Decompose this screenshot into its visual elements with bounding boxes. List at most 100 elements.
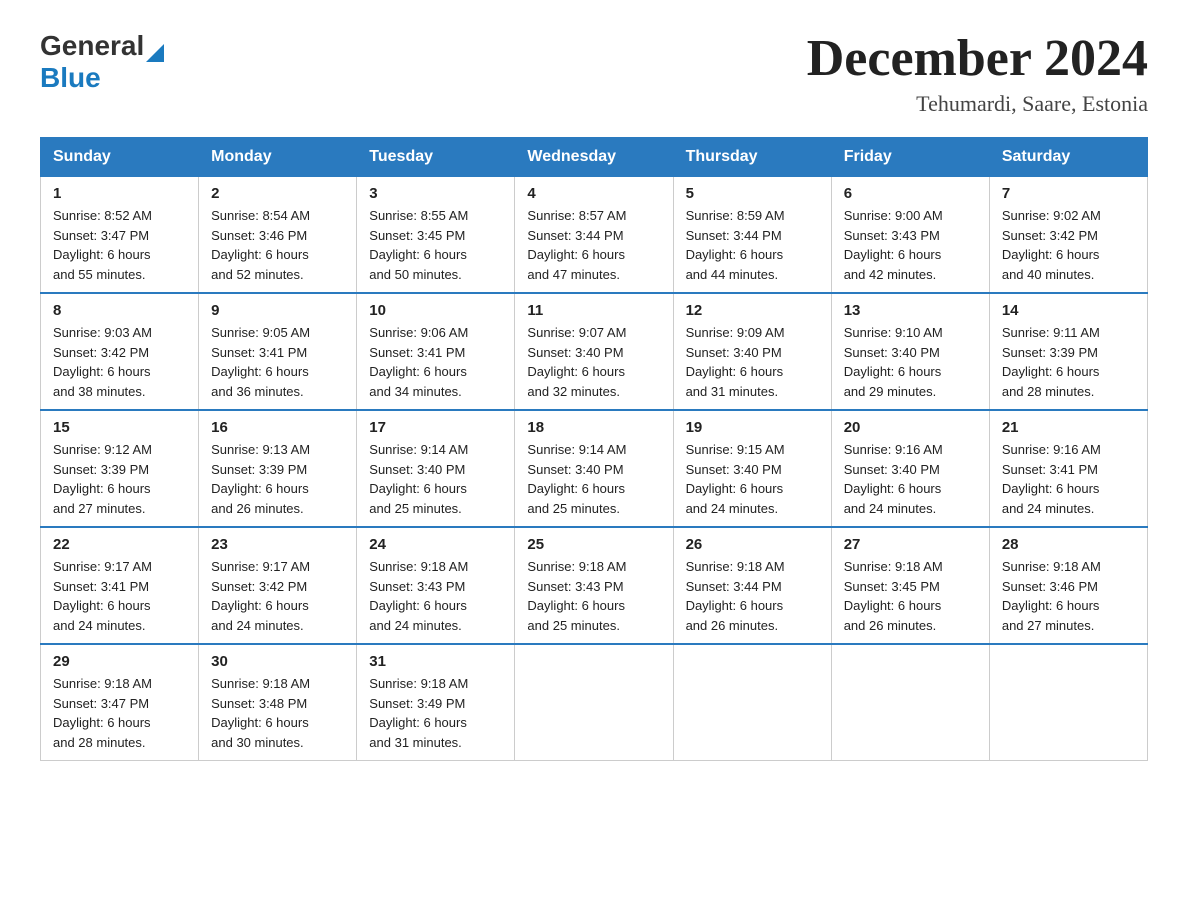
table-row: 8 Sunrise: 9:03 AMSunset: 3:42 PMDaylight…: [41, 293, 199, 410]
day-number: 12: [686, 302, 819, 319]
day-info: Sunrise: 8:54 AMSunset: 3:46 PMDaylight:…: [211, 206, 344, 284]
table-row: 9Sunrise: 9:05 AMSunset: 3:41 PMDaylight…: [199, 293, 357, 410]
day-info: Sunrise: 9:18 AMSunset: 3:43 PMDaylight:…: [369, 557, 502, 635]
day-info: Sunrise: 9:17 AMSunset: 3:42 PMDaylight:…: [211, 557, 344, 635]
day-info: Sunrise: 9:18 AMSunset: 3:45 PMDaylight:…: [844, 557, 977, 635]
table-row: 17Sunrise: 9:14 AMSunset: 3:40 PMDayligh…: [357, 410, 515, 527]
col-wednesday: Wednesday: [515, 138, 673, 177]
day-info: Sunrise: 8:55 AMSunset: 3:45 PMDaylight:…: [369, 206, 502, 284]
col-sunday: Sunday: [41, 138, 199, 177]
day-info: Sunrise: 9:18 AMSunset: 3:46 PMDaylight:…: [1002, 557, 1135, 635]
day-info: Sunrise: 9:18 AMSunset: 3:47 PMDaylight:…: [53, 674, 186, 752]
table-row: 19Sunrise: 9:15 AMSunset: 3:40 PMDayligh…: [673, 410, 831, 527]
table-row: 29 Sunrise: 9:18 AMSunset: 3:47 PMDayligh…: [41, 644, 199, 761]
table-row: 7 Sunrise: 9:02 AMSunset: 3:42 PMDaylight…: [989, 177, 1147, 294]
table-row: 5 Sunrise: 8:59 AMSunset: 3:44 PMDaylight…: [673, 177, 831, 294]
table-row: [831, 644, 989, 761]
day-info: Sunrise: 9:18 AMSunset: 3:49 PMDaylight:…: [369, 674, 502, 752]
table-row: 15 Sunrise: 9:12 AMSunset: 3:39 PMDayligh…: [41, 410, 199, 527]
table-row: 31 Sunrise: 9:18 AMSunset: 3:49 PMDayligh…: [357, 644, 515, 761]
table-row: 11 Sunrise: 9:07 AMSunset: 3:40 PMDayligh…: [515, 293, 673, 410]
day-number: 21: [1002, 419, 1135, 436]
day-info: Sunrise: 9:16 AMSunset: 3:41 PMDaylight:…: [1002, 440, 1135, 518]
page-header: General Blue December 2024 Tehumardi, Sa…: [40, 30, 1148, 117]
day-number: 8: [53, 302, 186, 319]
logo-triangle-icon: [146, 44, 164, 62]
day-number: 30: [211, 653, 344, 670]
day-number: 19: [686, 419, 819, 436]
day-number: 6: [844, 185, 977, 202]
day-info: Sunrise: 9:16 AMSunset: 3:40 PMDaylight:…: [844, 440, 977, 518]
day-number: 26: [686, 536, 819, 553]
day-number: 29: [53, 653, 186, 670]
day-info: Sunrise: 9:14 AMSunset: 3:40 PMDaylight:…: [527, 440, 660, 518]
day-info: Sunrise: 9:00 AMSunset: 3:43 PMDaylight:…: [844, 206, 977, 284]
day-info: Sunrise: 9:07 AMSunset: 3:40 PMDaylight:…: [527, 323, 660, 401]
table-row: [989, 644, 1147, 761]
table-row: 20 Sunrise: 9:16 AMSunset: 3:40 PMDayligh…: [831, 410, 989, 527]
calendar-week-5: 29 Sunrise: 9:18 AMSunset: 3:47 PMDayligh…: [41, 644, 1148, 761]
calendar-week-1: 1 Sunrise: 8:52 AMSunset: 3:47 PMDaylight…: [41, 177, 1148, 294]
table-row: 16Sunrise: 9:13 AMSunset: 3:39 PMDayligh…: [199, 410, 357, 527]
table-row: [515, 644, 673, 761]
table-row: 23Sunrise: 9:17 AMSunset: 3:42 PMDayligh…: [199, 527, 357, 644]
table-row: 1 Sunrise: 8:52 AMSunset: 3:47 PMDaylight…: [41, 177, 199, 294]
day-number: 13: [844, 302, 977, 319]
calendar-week-4: 22 Sunrise: 9:17 AMSunset: 3:41 PMDayligh…: [41, 527, 1148, 644]
table-row: 30 Sunrise: 9:18 AMSunset: 3:48 PMDayligh…: [199, 644, 357, 761]
day-number: 31: [369, 653, 502, 670]
day-info: Sunrise: 9:02 AMSunset: 3:42 PMDaylight:…: [1002, 206, 1135, 284]
logo-general-text: General: [40, 30, 144, 62]
day-number: 25: [527, 536, 660, 553]
col-thursday: Thursday: [673, 138, 831, 177]
day-number: 24: [369, 536, 502, 553]
day-number: 15: [53, 419, 186, 436]
day-info: Sunrise: 9:18 AMSunset: 3:43 PMDaylight:…: [527, 557, 660, 635]
location-subtitle: Tehumardi, Saare, Estonia: [807, 91, 1148, 117]
day-number: 7: [1002, 185, 1135, 202]
table-row: 14Sunrise: 9:11 AMSunset: 3:39 PMDayligh…: [989, 293, 1147, 410]
day-info: Sunrise: 9:14 AMSunset: 3:40 PMDaylight:…: [369, 440, 502, 518]
day-info: Sunrise: 8:59 AMSunset: 3:44 PMDaylight:…: [686, 206, 819, 284]
day-number: 1: [53, 185, 186, 202]
title-section: December 2024 Tehumardi, Saare, Estonia: [807, 30, 1148, 117]
table-row: 12 Sunrise: 9:09 AMSunset: 3:40 PMDayligh…: [673, 293, 831, 410]
day-number: 22: [53, 536, 186, 553]
day-info: Sunrise: 8:52 AMSunset: 3:47 PMDaylight:…: [53, 206, 186, 284]
day-info: Sunrise: 9:09 AMSunset: 3:40 PMDaylight:…: [686, 323, 819, 401]
calendar-header-row: Sunday Monday Tuesday Wednesday Thursday…: [41, 138, 1148, 177]
table-row: 10Sunrise: 9:06 AMSunset: 3:41 PMDayligh…: [357, 293, 515, 410]
calendar-week-3: 15 Sunrise: 9:12 AMSunset: 3:39 PMDayligh…: [41, 410, 1148, 527]
col-friday: Friday: [831, 138, 989, 177]
table-row: 22 Sunrise: 9:17 AMSunset: 3:41 PMDayligh…: [41, 527, 199, 644]
day-info: Sunrise: 9:12 AMSunset: 3:39 PMDaylight:…: [53, 440, 186, 518]
day-info: Sunrise: 8:57 AMSunset: 3:44 PMDaylight:…: [527, 206, 660, 284]
day-info: Sunrise: 9:18 AMSunset: 3:48 PMDaylight:…: [211, 674, 344, 752]
day-number: 5: [686, 185, 819, 202]
day-number: 11: [527, 302, 660, 319]
day-number: 18: [527, 419, 660, 436]
day-number: 14: [1002, 302, 1135, 319]
table-row: 6 Sunrise: 9:00 AMSunset: 3:43 PMDaylight…: [831, 177, 989, 294]
day-number: 3: [369, 185, 502, 202]
logo-blue-text: Blue: [40, 62, 101, 94]
table-row: [673, 644, 831, 761]
table-row: 24 Sunrise: 9:18 AMSunset: 3:43 PMDayligh…: [357, 527, 515, 644]
month-year-title: December 2024: [807, 30, 1148, 87]
table-row: 3 Sunrise: 8:55 AMSunset: 3:45 PMDaylight…: [357, 177, 515, 294]
col-monday: Monday: [199, 138, 357, 177]
table-row: 25 Sunrise: 9:18 AMSunset: 3:43 PMDayligh…: [515, 527, 673, 644]
day-info: Sunrise: 9:13 AMSunset: 3:39 PMDaylight:…: [211, 440, 344, 518]
day-number: 20: [844, 419, 977, 436]
table-row: 26Sunrise: 9:18 AMSunset: 3:44 PMDayligh…: [673, 527, 831, 644]
table-row: 18 Sunrise: 9:14 AMSunset: 3:40 PMDayligh…: [515, 410, 673, 527]
day-info: Sunrise: 9:17 AMSunset: 3:41 PMDaylight:…: [53, 557, 186, 635]
table-row: 27Sunrise: 9:18 AMSunset: 3:45 PMDayligh…: [831, 527, 989, 644]
col-tuesday: Tuesday: [357, 138, 515, 177]
day-info: Sunrise: 9:03 AMSunset: 3:42 PMDaylight:…: [53, 323, 186, 401]
day-number: 28: [1002, 536, 1135, 553]
day-info: Sunrise: 9:10 AMSunset: 3:40 PMDaylight:…: [844, 323, 977, 401]
table-row: 4 Sunrise: 8:57 AMSunset: 3:44 PMDaylight…: [515, 177, 673, 294]
day-number: 4: [527, 185, 660, 202]
calendar-table: Sunday Monday Tuesday Wednesday Thursday…: [40, 137, 1148, 761]
